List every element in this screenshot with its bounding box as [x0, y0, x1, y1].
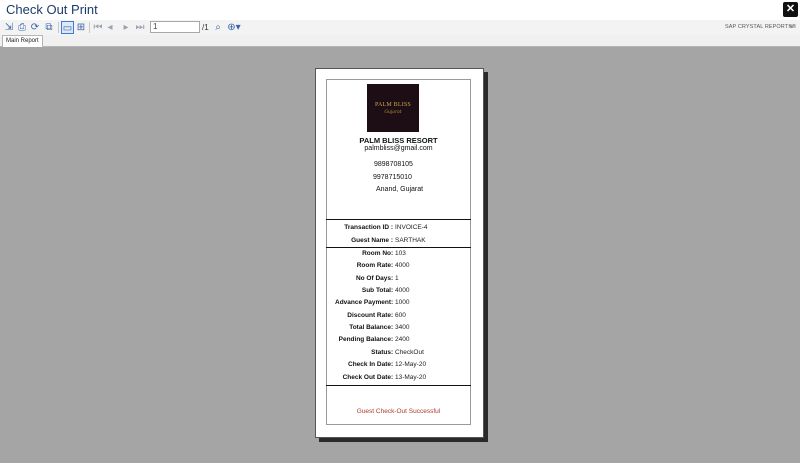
tab-main-report[interactable]: Main Report	[2, 35, 43, 47]
field-row: Room Rate:4000	[326, 260, 471, 272]
window-title: Check Out Print	[6, 2, 98, 17]
field-row: Advance Payment:1000	[326, 297, 471, 309]
field-row: Total Balance:3400	[326, 322, 471, 334]
zoom-icon[interactable]: ⊕▾	[226, 21, 242, 34]
title-bar: Check Out Print ✕	[0, 0, 800, 20]
toggle-parameter-panel-icon[interactable]: ▭	[61, 21, 74, 34]
field-value: 12-May-20	[395, 361, 427, 369]
hotel-name: PALM BLISS RESORT	[359, 136, 438, 145]
close-icon[interactable]: ✕	[783, 2, 798, 17]
field-value: 103	[395, 250, 406, 257]
field-row: Sub Total:4000	[326, 285, 471, 297]
field-colon: :	[391, 262, 394, 270]
field-label: Room No	[362, 250, 391, 257]
field-guest-name: Guest Name : SARTHAK	[326, 235, 471, 247]
field-value: CheckOut	[395, 348, 424, 356]
hotel-phone-1: 9898708105	[374, 161, 413, 168]
hotel-logo: PALM BLISS Gujarat	[367, 84, 419, 132]
brand-label: SAP CRYSTAL REPORTS®	[725, 24, 797, 30]
field-colon: :	[391, 299, 394, 307]
field-row: No Of Days:1	[326, 273, 471, 285]
field-colon: :	[391, 274, 394, 282]
section-divider	[326, 219, 471, 220]
field-colon: :	[391, 348, 394, 356]
page-number-input[interactable]: 1	[150, 21, 200, 33]
field-value: 3400	[395, 324, 410, 332]
field-colon: :	[391, 250, 394, 257]
next-page-icon[interactable]: ▸	[121, 21, 131, 34]
previous-page-icon[interactable]: ◂	[105, 21, 115, 34]
field-transaction-id: Transaction ID : INVOICE-4	[326, 222, 471, 234]
last-page-icon[interactable]: ⏭	[135, 21, 145, 34]
section-divider	[326, 385, 471, 386]
field-value: SARTHAK	[395, 237, 426, 244]
field-colon: :	[391, 336, 394, 344]
field-colon: :	[391, 373, 394, 381]
toolbar-divider	[58, 22, 59, 33]
field-row: Status: CheckOut	[326, 347, 471, 359]
logo-text: PALM BLISS	[375, 102, 411, 108]
copy-icon[interactable]: ⧉	[43, 21, 55, 34]
field-colon: :	[391, 361, 394, 369]
field-label: Room Rate	[356, 262, 391, 270]
field-value: 600	[395, 311, 406, 319]
field-colon: :	[391, 311, 394, 319]
export-icon[interactable]: ⇲	[3, 21, 15, 34]
field-label: Guest Name :	[351, 237, 393, 244]
field-label: Check Out Date	[342, 373, 391, 381]
hotel-address: Anand, Gujarat	[376, 186, 424, 193]
first-page-icon[interactable]: ⏮	[93, 21, 103, 34]
field-label: Transaction ID :	[344, 224, 393, 231]
logo-subtext: Gujarat	[384, 110, 402, 115]
print-icon[interactable]: ⎙	[16, 21, 28, 34]
field-label: Total Balance	[349, 324, 391, 332]
field-label: Discount Rate	[347, 311, 391, 319]
field-value: INVOICE-4	[395, 224, 428, 231]
field-row: Check Out Date:13-May-20	[326, 372, 471, 384]
field-label: Sub Total	[361, 287, 391, 295]
hotel-phone-2: 9978715010	[373, 174, 412, 181]
field-label: Check In Date	[348, 361, 391, 369]
field-value: 1000	[395, 299, 410, 307]
field-value: 4000	[395, 262, 410, 270]
field-row: Discount Rate:600	[326, 310, 471, 322]
field-row: Check In Date:12-May-20	[326, 359, 471, 371]
field-value: 13-May-20	[395, 373, 427, 381]
group-tree-icon[interactable]: ⊞	[75, 21, 87, 34]
field-row: Room No:103	[326, 248, 471, 260]
hotel-email: palmbliss@gmail.com	[364, 145, 433, 152]
field-label: Status	[371, 348, 391, 356]
toolbar-divider	[89, 22, 90, 33]
field-label: Advance Payment	[335, 299, 391, 307]
field-value: 1	[395, 274, 399, 282]
success-message: Guest Check-Out Successful	[356, 408, 441, 415]
field-colon: :	[391, 287, 394, 295]
page-total: /1	[202, 23, 209, 32]
field-value: 2400	[395, 336, 410, 344]
field-row: Pending Balance:2400	[326, 334, 471, 346]
field-label: No Of Days	[355, 274, 391, 282]
field-label: Pending Balance	[338, 336, 391, 344]
field-colon: :	[391, 324, 394, 332]
tab-bar: Main Report	[0, 35, 800, 47]
find-icon[interactable]: ⌕	[212, 21, 224, 34]
menu-icon[interactable]: ≡	[789, 21, 793, 34]
report-toolbar: ⇲ ⎙ ⟳ ⧉ ▭ ⊞ ⏮ ◂ ▸ ⏭ 1 /1 ⌕ ⊕▾ SAP CRYSTA…	[0, 20, 800, 35]
field-value: 4000	[395, 287, 410, 295]
refresh-icon[interactable]: ⟳	[29, 21, 41, 34]
